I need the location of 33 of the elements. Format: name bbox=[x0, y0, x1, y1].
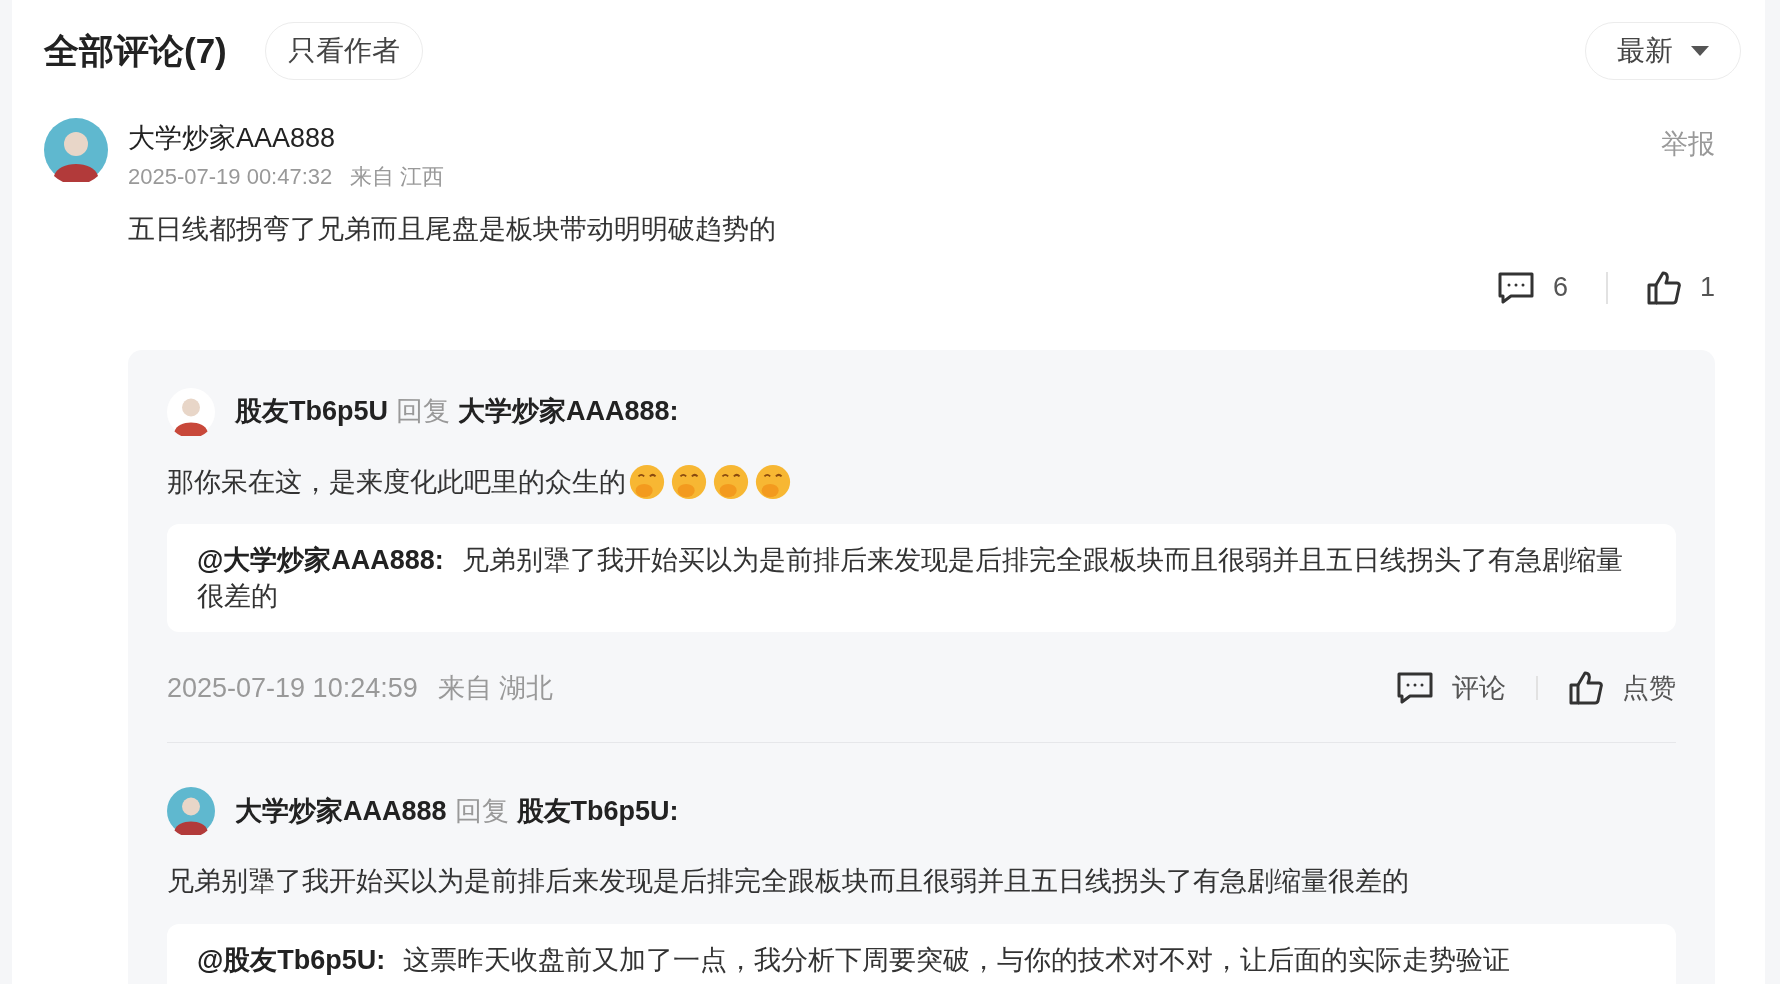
reply-label: 回复 bbox=[454, 794, 509, 828]
emoji-icon bbox=[712, 462, 750, 501]
comment-icon bbox=[1496, 270, 1535, 305]
post-time: 2025-07-19 00:47:32 bbox=[128, 163, 333, 191]
like-button[interactable]: 点赞 bbox=[1568, 667, 1676, 709]
reply-text: 兄弟别犟了我开始买以为是前排后来发现是后排完全跟板块而且很弱并且五日线拐头了有急剧缩量很差的 bbox=[167, 865, 1409, 898]
emoji-icon bbox=[628, 462, 666, 501]
reply-text: 那你呆在这，是来度化此吧里的众生的 bbox=[167, 465, 626, 499]
comment-text: 五日线都拐弯了兄弟而且尾盘是板块带动明明破趋势的 bbox=[128, 213, 777, 246]
reply-author[interactable]: 股友Tb6p5U bbox=[235, 391, 388, 432]
thumbs-up-icon bbox=[1645, 269, 1682, 306]
location-label: 来自 湖北 bbox=[437, 671, 554, 705]
caret-icon bbox=[1691, 46, 1709, 56]
comment-button[interactable]: 评论 bbox=[1396, 667, 1506, 709]
location-label: 来自 江西 bbox=[350, 163, 445, 191]
avatar-icon bbox=[167, 387, 215, 436]
thumbs-up-icon bbox=[1568, 670, 1604, 706]
reply-target[interactable]: 股友Tb6p5U: bbox=[516, 790, 679, 832]
quote-text: @大学炒家AAA888: 兄弟别犟了我开始买以为是前排后来发现是后排完全跟板块而且很弱并且五日线拐头了有急剧缩量很差的 bbox=[197, 544, 1624, 613]
emoji-icon bbox=[670, 462, 708, 501]
author-name[interactable]: 大学炒家AAA888 bbox=[128, 120, 445, 156]
avatar-icon bbox=[44, 118, 108, 182]
reply-author[interactable]: 大学炒家AAA888 bbox=[235, 790, 447, 832]
comment-icon bbox=[1396, 671, 1434, 705]
reply-count-button[interactable]: 6 bbox=[1496, 267, 1568, 308]
quote-text: @股友Tb6p5U: 这票昨天收盘前又加了一点，我分析下周要突破，与你的技术对不对，让后面的实际走势验证 bbox=[197, 943, 1512, 977]
like-count-button[interactable]: 1 bbox=[1645, 267, 1715, 308]
reply-time: 2025-07-19 10:24:59 bbox=[167, 671, 418, 705]
emoji-icon bbox=[754, 462, 792, 501]
avatar-icon bbox=[167, 787, 215, 835]
comments-title: 全部评论(7) bbox=[44, 29, 227, 72]
reply-label: 回复 bbox=[396, 395, 450, 429]
reply-target[interactable]: 大学炒家AAA888: bbox=[458, 391, 679, 432]
